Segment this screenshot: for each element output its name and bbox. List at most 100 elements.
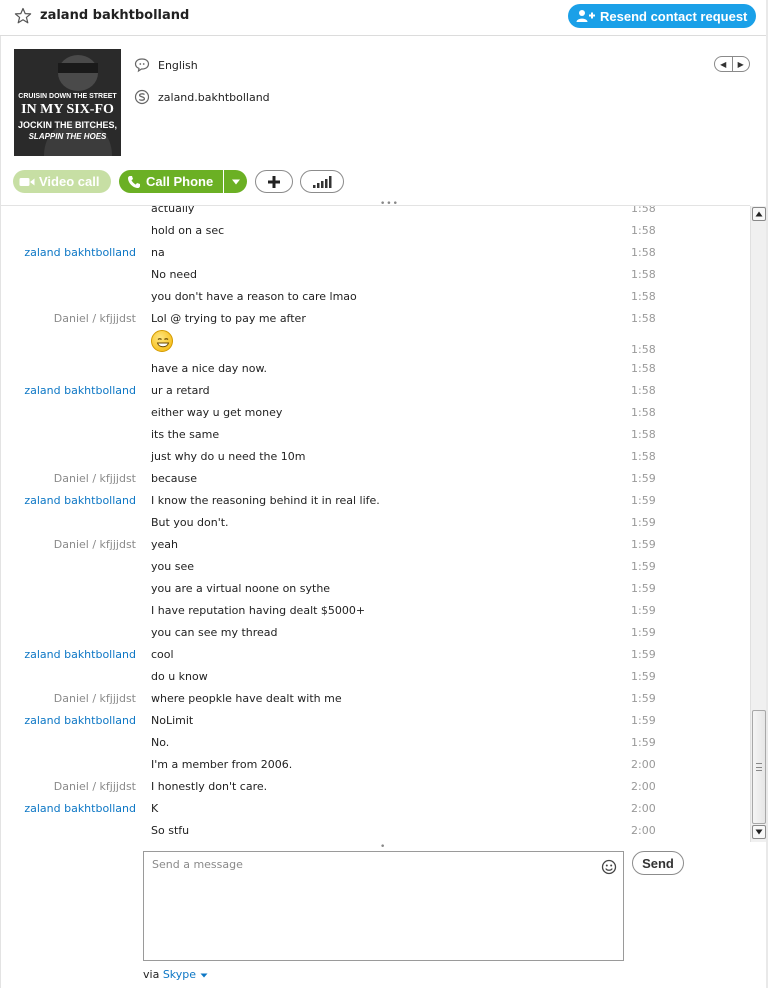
message-row: zaland bakhtbolland na 1:58 — [0, 242, 750, 264]
message-timestamp: 1:59 — [631, 516, 656, 529]
message-sender[interactable]: zaland bakhtbolland — [24, 714, 136, 727]
message-timestamp: 1:58 — [631, 406, 656, 419]
message-row: zaland bakhtbolland NoLimit 1:59 — [0, 710, 750, 732]
message-timestamp: 1:58 — [631, 246, 656, 259]
message-row: Daniel / kfjjjdst because 1:59 — [0, 468, 750, 490]
message-row: its the same 1:58 — [0, 424, 750, 446]
message-row: you are a virtual noone on sythe 1:59 — [0, 578, 750, 600]
scroll-up-button[interactable] — [752, 207, 766, 221]
message-timestamp: 1:59 — [631, 692, 656, 705]
message-sender[interactable]: zaland bakhtbolland — [24, 384, 136, 397]
call-phone-button[interactable]: Call Phone — [119, 170, 223, 193]
message-row: just why do u need the 10m 1:58 — [0, 446, 750, 468]
message-row: 1:58 — [0, 330, 750, 361]
message-text: do u know — [151, 670, 208, 683]
message-timestamp: 1:59 — [631, 626, 656, 639]
avatar-caption-line-2: IN MY SIX-FO — [21, 102, 114, 117]
add-participants-button[interactable] — [255, 170, 293, 193]
chevron-up-icon — [755, 211, 763, 217]
message-text: Lol @ trying to pay me after — [151, 312, 306, 325]
message-timestamp: 1:59 — [631, 736, 656, 749]
message-row: Daniel / kfjjjdst yeah 1:59 — [0, 534, 750, 556]
message-sender[interactable]: zaland bakhtbolland — [24, 648, 136, 661]
skype-name-value: zaland.bakhtbolland — [158, 90, 270, 104]
message-text: But you don't. — [151, 516, 229, 529]
message-timestamp: 2:00 — [631, 802, 656, 815]
message-row: I'm a member from 2006. 2:00 — [0, 754, 750, 776]
grin-emoticon-icon — [151, 330, 173, 352]
message-sender[interactable]: zaland bakhtbolland — [24, 802, 136, 815]
message-row: Daniel / kfjjjdst Lol @ trying to pay me … — [0, 308, 750, 330]
message-timestamp: 1:59 — [631, 538, 656, 551]
scroll-thumb[interactable] — [752, 710, 766, 824]
emoticon-icon[interactable] — [601, 859, 617, 875]
message-text: No need — [151, 268, 197, 281]
message-text: yeah — [151, 538, 178, 551]
message-text: you can see my thread — [151, 626, 278, 639]
contact-name: zaland bakhtbolland — [40, 8, 190, 23]
via-service-name: Skype — [162, 968, 197, 981]
message-timestamp: 1:59 — [631, 582, 656, 595]
scroll-down-button[interactable] — [752, 825, 766, 839]
message-row: either way u get money 1:58 — [0, 402, 750, 424]
message-sender[interactable]: Daniel / kfjjjdst — [54, 312, 136, 325]
language-row: English — [134, 56, 198, 74]
message-timestamp: 1:58 — [631, 312, 656, 325]
resend-contact-request-label: Resend contact request — [600, 8, 748, 24]
conversation-header: zaland bakhtbolland Resend contact reque… — [0, 0, 768, 36]
via-service-selector[interactable]: Skype — [163, 968, 208, 981]
message-text: where peopkle have dealt with me — [151, 692, 342, 705]
message-row: zaland bakhtbolland ur a retard 1:58 — [0, 380, 750, 402]
message-sender[interactable]: Daniel / kfjjjdst — [54, 692, 136, 705]
message-sender[interactable]: zaland bakhtbolland — [24, 494, 136, 507]
message-sender[interactable]: Daniel / kfjjjdst — [54, 780, 136, 793]
message-timestamp: 2:00 — [631, 780, 656, 793]
call-quality-button[interactable] — [300, 170, 344, 193]
message-row: do u know 1:59 — [0, 666, 750, 688]
pager-next-button[interactable]: ▶ — [733, 57, 750, 71]
video-call-button[interactable]: Video call — [13, 170, 111, 193]
avatar-caption-line-1: CRUISIN DOWN THE STREET — [18, 93, 117, 100]
chat-scrollbar[interactable] — [750, 206, 766, 842]
message-text: na — [151, 246, 165, 259]
message-timestamp: 1:58 — [631, 206, 656, 215]
message-input[interactable]: Send a message — [143, 851, 624, 961]
message-row: But you don't. 1:59 — [0, 512, 750, 534]
message-row: you don't have a reason to care lmao 1:58 — [0, 286, 750, 308]
message-text: just why do u need the 10m — [151, 450, 306, 463]
resend-contact-request-button[interactable]: Resend contact request — [568, 4, 756, 28]
star-icon[interactable] — [14, 7, 32, 25]
message-sender[interactable]: Daniel / kfjjjdst — [54, 538, 136, 551]
message-sender[interactable]: Daniel / kfjjjdst — [54, 472, 136, 485]
send-button[interactable]: Send — [632, 851, 684, 875]
avatar[interactable]: CRUISIN DOWN THE STREET IN MY SIX-FO JOC… — [14, 49, 121, 156]
message-sender[interactable]: zaland bakhtbolland — [24, 246, 136, 259]
profile-pager: ◀ ▶ — [714, 56, 750, 72]
message-text: I'm a member from 2006. — [151, 758, 293, 771]
message-text: K — [151, 802, 159, 815]
message-row: zaland bakhtbolland I know the reasoning … — [0, 490, 750, 512]
via-service-row: via Skype — [143, 968, 208, 981]
message-text: because — [151, 472, 198, 485]
language-value: English — [158, 58, 198, 72]
message-text: either way u get money — [151, 406, 283, 419]
message-row: zaland bakhtbolland K 2:00 — [0, 798, 750, 820]
avatar-caption-line-4: SLAPPIN THE HOES — [28, 132, 107, 141]
message-text: I know the reasoning behind it in real l… — [151, 494, 380, 507]
call-options-dropdown[interactable] — [224, 170, 247, 193]
message-timestamp: 1:59 — [631, 714, 656, 727]
message-timestamp: 2:00 — [631, 824, 656, 837]
message-input-placeholder: Send a message — [152, 858, 243, 871]
chat-history[interactable]: actually 1:58 hold on a sec 1:58 zaland bakh… — [0, 206, 750, 842]
message-timestamp: 1:58 — [631, 362, 656, 375]
message-text: its the same — [151, 428, 220, 441]
chevron-down-icon — [755, 829, 763, 835]
message-row: you can see my thread 1:59 — [0, 622, 750, 644]
message-timestamp: 1:58 — [631, 450, 656, 463]
message-row: So stfu 2:00 — [0, 820, 750, 842]
pager-prev-button[interactable]: ◀ — [715, 57, 733, 71]
message-timestamp: 1:59 — [631, 648, 656, 661]
message-text: you don't have a reason to care lmao — [151, 290, 357, 303]
message-row: actually 1:58 — [0, 206, 750, 220]
message-timestamp: 1:59 — [631, 560, 656, 573]
